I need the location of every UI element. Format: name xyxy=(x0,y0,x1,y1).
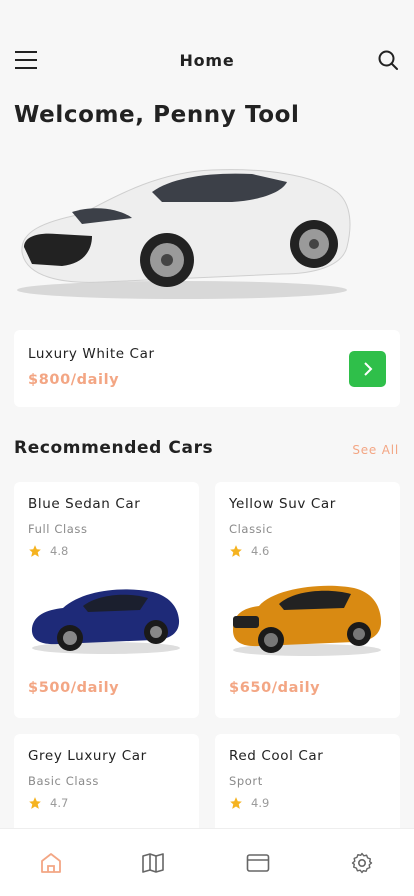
car-rating: 4.8 xyxy=(28,544,68,558)
car-image xyxy=(31,589,180,654)
featured-car-name: Luxury White Car xyxy=(28,346,155,362)
see-all-link[interactable]: See All xyxy=(352,443,399,457)
star-icon xyxy=(29,797,41,809)
rating-value: 4.8 xyxy=(50,544,69,558)
car-price: $650/daily xyxy=(229,680,321,696)
star-icon xyxy=(230,797,242,809)
rating-value: 4.6 xyxy=(251,544,270,558)
car-name: Yellow Suv Car xyxy=(229,496,336,512)
top-bar: Home xyxy=(14,44,400,76)
car-class: Classic xyxy=(229,522,273,536)
rating-value: 4.7 xyxy=(50,796,69,810)
car-name: Blue Sedan Car xyxy=(28,496,141,512)
car-class: Sport xyxy=(229,774,263,788)
car-image xyxy=(233,585,382,656)
card-icon[interactable] xyxy=(246,851,270,875)
hamburger-menu-icon[interactable] xyxy=(14,48,38,72)
star-icon xyxy=(230,545,242,557)
car-class: Full Class xyxy=(28,522,88,536)
chevron-right-icon xyxy=(363,362,372,376)
settings-icon[interactable] xyxy=(350,851,374,875)
car-price: $500/daily xyxy=(28,680,120,696)
page-title: Home xyxy=(179,50,235,70)
car-name: Red Cool Car xyxy=(229,748,324,764)
featured-car-price: $800/daily xyxy=(28,372,120,388)
car-class: Basic Class xyxy=(28,774,99,788)
home-icon[interactable] xyxy=(39,851,63,875)
star-icon xyxy=(29,545,41,557)
featured-car-open-button[interactable] xyxy=(349,351,386,387)
car-name: Grey Luxury Car xyxy=(28,748,147,764)
featured-car-image xyxy=(17,169,351,299)
featured-car-card[interactable]: Luxury White Car $800/daily xyxy=(14,330,400,407)
car-rating: 4.6 xyxy=(229,544,269,558)
car-card-yellow-suv[interactable]: Yellow Suv Car Classic 4.6 $650/daily xyxy=(215,482,400,718)
search-icon[interactable] xyxy=(376,48,400,72)
rating-value: 4.9 xyxy=(251,796,270,810)
car-rating: 4.9 xyxy=(229,796,269,810)
map-icon[interactable] xyxy=(141,851,165,875)
car-rating: 4.7 xyxy=(28,796,68,810)
recommended-title: Recommended Cars xyxy=(14,438,214,458)
car-card-blue-sedan[interactable]: Blue Sedan Car Full Class 4.8 $500/daily xyxy=(14,482,199,718)
welcome-heading: Welcome, Penny Tool xyxy=(14,102,300,128)
bottom-nav xyxy=(0,828,414,896)
